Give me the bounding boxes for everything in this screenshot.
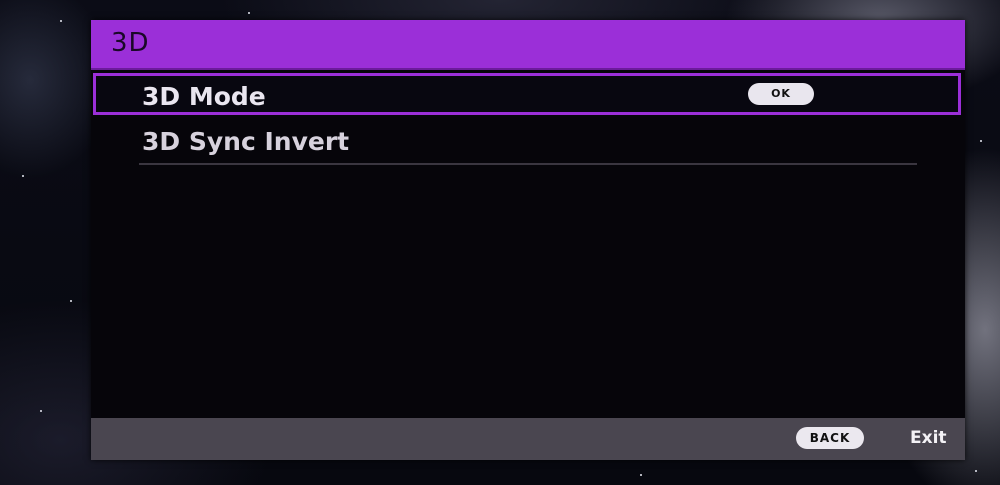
menu-item-label: 3D Mode	[142, 82, 266, 111]
3d-settings-menu: 3D 3D Mode OK 3D Sync Invert BACK Exit	[91, 20, 965, 460]
menu-item-label: 3D Sync Invert	[142, 127, 350, 156]
star	[40, 410, 42, 412]
exit-label: Exit	[910, 428, 947, 448]
star	[60, 20, 62, 22]
star	[70, 300, 72, 302]
divider	[139, 163, 917, 165]
menu-header: 3D	[91, 20, 965, 70]
star	[980, 140, 982, 142]
star	[975, 470, 977, 472]
star	[640, 474, 642, 476]
menu-item-3d-mode[interactable]: 3D Mode OK	[93, 73, 961, 115]
menu-title: 3D	[111, 28, 150, 58]
star	[22, 175, 24, 177]
ok-button[interactable]: OK	[748, 83, 814, 105]
back-button[interactable]: BACK	[796, 427, 864, 449]
star	[248, 12, 250, 14]
menu-item-3d-sync-invert[interactable]: 3D Sync Invert	[93, 120, 961, 162]
footer-bar: BACK Exit	[91, 418, 965, 460]
